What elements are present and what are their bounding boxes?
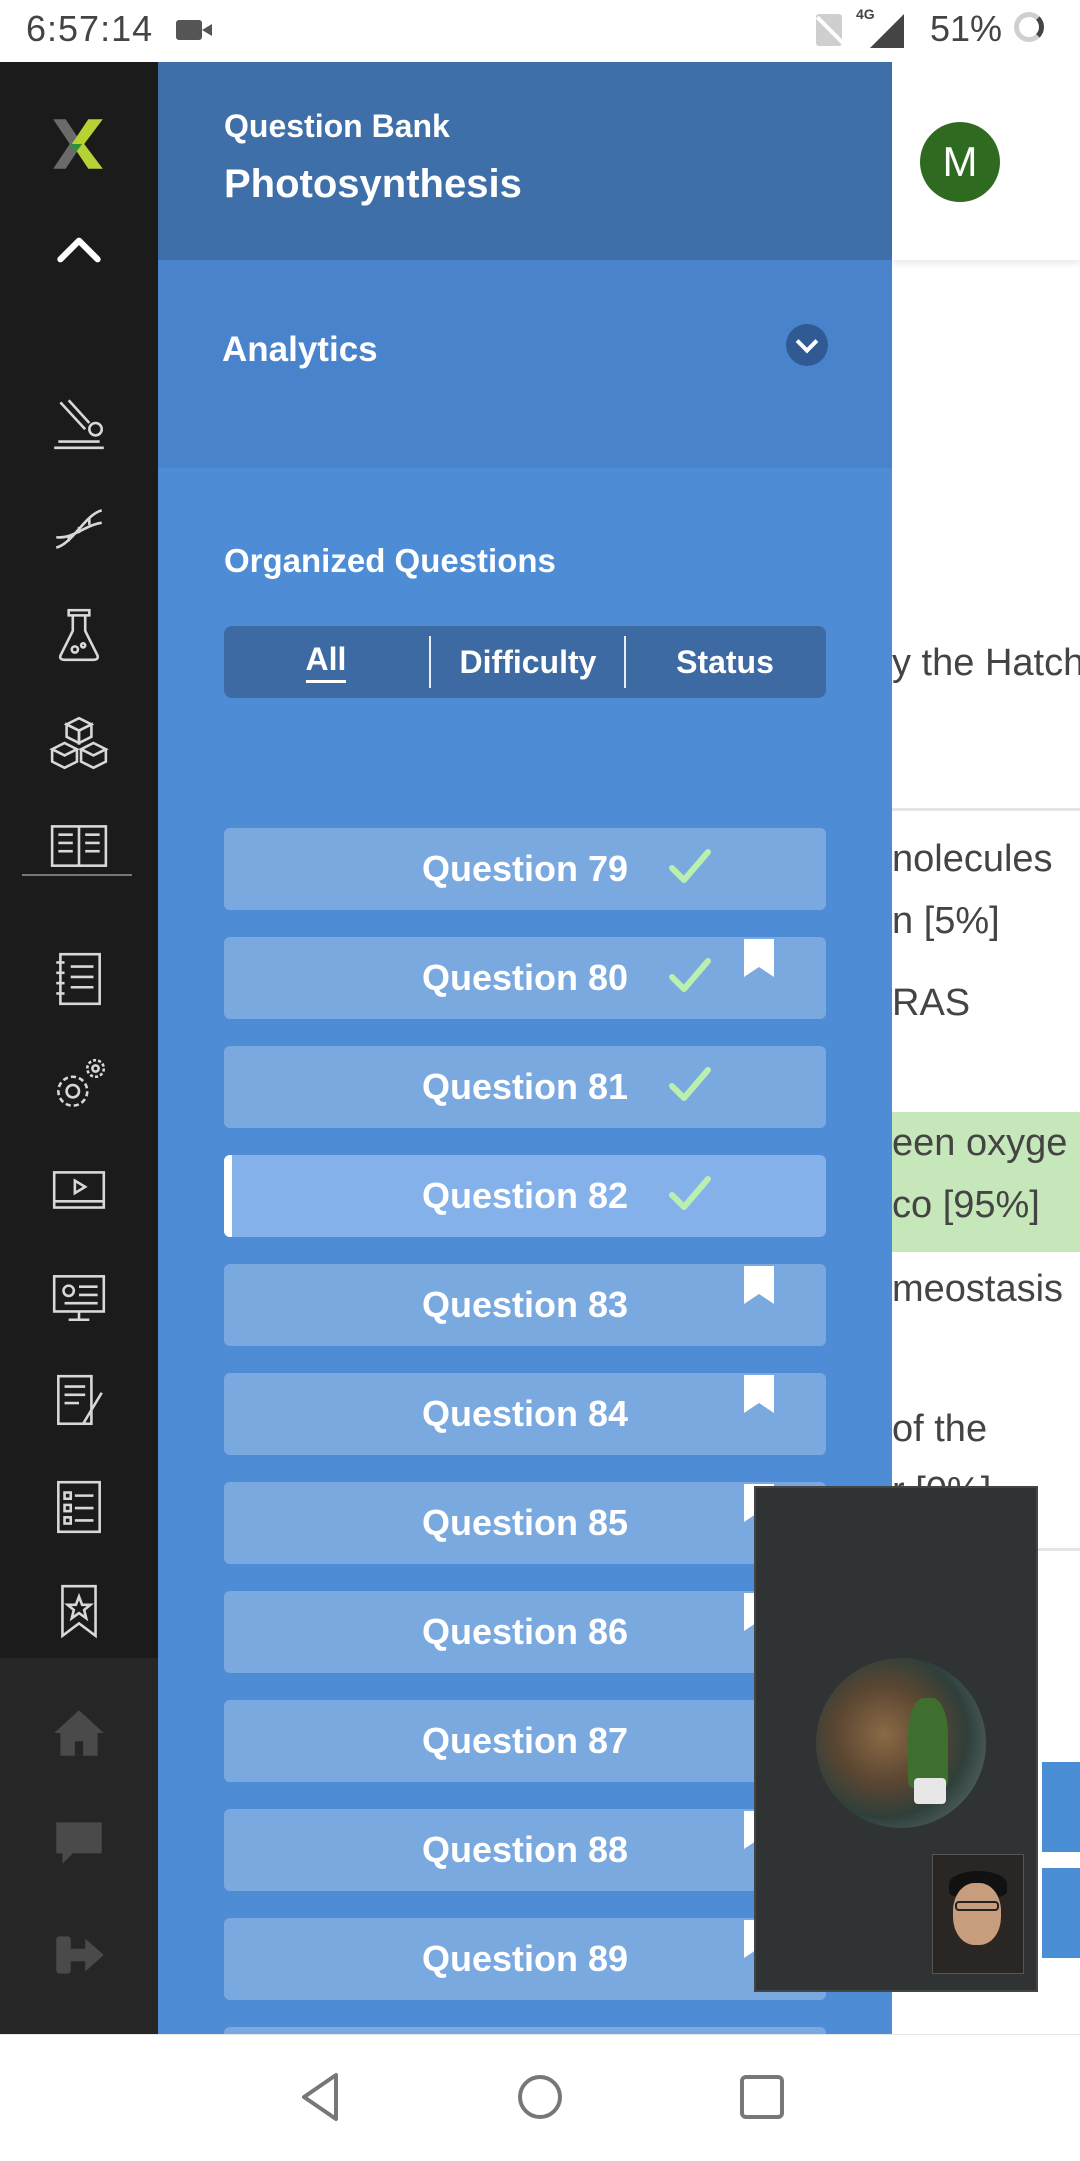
collapse-up-icon[interactable] bbox=[44, 216, 114, 286]
background-text: of the bbox=[892, 1408, 988, 1450]
cubes-icon[interactable] bbox=[44, 708, 114, 778]
question-label: Question 89 bbox=[421, 1938, 629, 1979]
presentation-icon[interactable] bbox=[44, 1262, 114, 1332]
check-icon bbox=[669, 958, 711, 992]
microscope-icon[interactable] bbox=[44, 388, 114, 458]
bookmark-star-icon[interactable] bbox=[44, 1576, 114, 1646]
no-sim-icon bbox=[816, 14, 842, 46]
notes-pen-icon[interactable] bbox=[44, 1366, 114, 1436]
question-row[interactable]: Question 87 bbox=[224, 1700, 826, 1782]
question-label: Question 79 bbox=[421, 848, 629, 889]
background-button bbox=[1042, 1762, 1080, 1852]
plant-image bbox=[908, 1698, 948, 1788]
left-rail bbox=[0, 62, 158, 2034]
settings-gears-icon[interactable] bbox=[44, 1050, 114, 1120]
battery-ring-icon bbox=[1014, 12, 1044, 42]
question-row[interactable]: Question 79 bbox=[224, 828, 826, 910]
tab-difficulty[interactable]: Difficulty bbox=[432, 626, 624, 698]
question-row[interactable]: Question 89 bbox=[224, 1918, 826, 2000]
home-icon[interactable] bbox=[44, 1698, 114, 1768]
recents-icon[interactable] bbox=[732, 2067, 792, 2127]
question-label: Question 84 bbox=[421, 1393, 629, 1434]
question-filter-tabs: All Difficulty Status bbox=[224, 626, 826, 698]
background-text: een oxyge bbox=[892, 1122, 1068, 1164]
bookmark-icon[interactable] bbox=[744, 1375, 774, 1413]
video-player-icon[interactable] bbox=[44, 1156, 114, 1226]
rail-bottom-section bbox=[0, 1658, 158, 2034]
flask-icon[interactable] bbox=[44, 600, 114, 670]
question-row[interactable]: Question 88 bbox=[224, 1809, 826, 1891]
open-book-icon[interactable] bbox=[44, 810, 114, 880]
background-text: meostasis bbox=[892, 1268, 1064, 1310]
signal-icon bbox=[870, 14, 904, 48]
question-row[interactable]: Question 81 bbox=[224, 1046, 826, 1128]
remote-video bbox=[816, 1658, 986, 1828]
tab-status[interactable]: Status bbox=[626, 626, 824, 698]
question-label: Question 87 bbox=[421, 1720, 629, 1761]
question-row[interactable]: Question 85 bbox=[224, 1482, 826, 1564]
face-shape bbox=[953, 1883, 1001, 1945]
video-camera-icon bbox=[176, 20, 212, 40]
background-button bbox=[1042, 1868, 1080, 1958]
tab-divider bbox=[429, 636, 431, 688]
background-header: M bbox=[892, 62, 1080, 260]
battery-percent: 51% bbox=[930, 8, 1003, 49]
drawer-title: Photosynthesis bbox=[224, 162, 522, 206]
system-nav-bar bbox=[0, 2034, 1080, 2161]
analytics-section[interactable]: Analytics bbox=[158, 260, 892, 468]
status-time: 6:57:14 bbox=[26, 8, 154, 49]
background-text: nolecules bbox=[892, 838, 1053, 880]
tab-label: Difficulty bbox=[459, 643, 597, 680]
background-text: co [95%] bbox=[892, 1184, 1040, 1226]
question-label: Question 82 bbox=[421, 1175, 629, 1216]
question-label: Question 86 bbox=[421, 1611, 629, 1652]
dna-icon[interactable] bbox=[44, 494, 114, 564]
glasses-shape bbox=[955, 1901, 999, 1911]
drawer-subtitle: Question Bank bbox=[224, 108, 450, 144]
question-label: Question 85 bbox=[421, 1502, 629, 1543]
question-row[interactable]: Question 86 bbox=[224, 1591, 826, 1673]
question-row[interactable]: Question 83 bbox=[224, 1264, 826, 1346]
video-call-overlay[interactable] bbox=[754, 1486, 1038, 1992]
avatar[interactable]: M bbox=[920, 122, 1000, 202]
status-bar: 6:57:14 4G 51% bbox=[0, 0, 1080, 62]
bookmark-icon[interactable] bbox=[744, 939, 774, 977]
checklist-icon[interactable] bbox=[44, 1472, 114, 1542]
question-label: Question 90 bbox=[224, 2027, 826, 2034]
analytics-label: Analytics bbox=[222, 330, 378, 369]
logout-icon[interactable] bbox=[44, 1920, 114, 1990]
chevron-down-icon[interactable] bbox=[786, 324, 828, 366]
home-circle-icon[interactable] bbox=[510, 2067, 570, 2127]
tab-all[interactable]: All bbox=[224, 626, 428, 698]
check-icon bbox=[669, 1176, 711, 1210]
check-icon bbox=[669, 849, 711, 883]
rail-divider bbox=[22, 874, 132, 876]
bookmark-icon[interactable] bbox=[744, 1266, 774, 1304]
self-video bbox=[932, 1854, 1024, 1974]
question-label: Question 83 bbox=[421, 1284, 629, 1325]
notebook-icon[interactable] bbox=[44, 944, 114, 1014]
organized-questions-title: Organized Questions bbox=[224, 542, 556, 579]
question-label: Question 80 bbox=[421, 957, 629, 998]
check-icon bbox=[669, 1067, 711, 1101]
question-label: Question 81 bbox=[421, 1066, 629, 1107]
question-row[interactable]: Question 90 bbox=[224, 2027, 826, 2034]
drawer-header: Question Bank Photosynthesis bbox=[158, 62, 892, 260]
chat-icon[interactable] bbox=[44, 1808, 114, 1878]
background-text: n [5%] bbox=[892, 900, 1000, 942]
question-row[interactable]: Question 84 bbox=[224, 1373, 826, 1455]
question-label: Question 88 bbox=[421, 1829, 629, 1870]
background-text: RAS bbox=[892, 982, 971, 1024]
app-logo-icon[interactable] bbox=[36, 102, 120, 186]
background-text: y the Hatch bbox=[892, 642, 1080, 684]
question-row[interactable]: Question 80 bbox=[224, 937, 826, 1019]
question-row[interactable]: Question 82 bbox=[224, 1155, 826, 1237]
pot-image bbox=[914, 1778, 946, 1804]
back-icon[interactable] bbox=[290, 2067, 350, 2127]
tab-label: Status bbox=[676, 643, 774, 680]
tab-label: All bbox=[305, 641, 347, 683]
divider bbox=[892, 808, 1080, 811]
